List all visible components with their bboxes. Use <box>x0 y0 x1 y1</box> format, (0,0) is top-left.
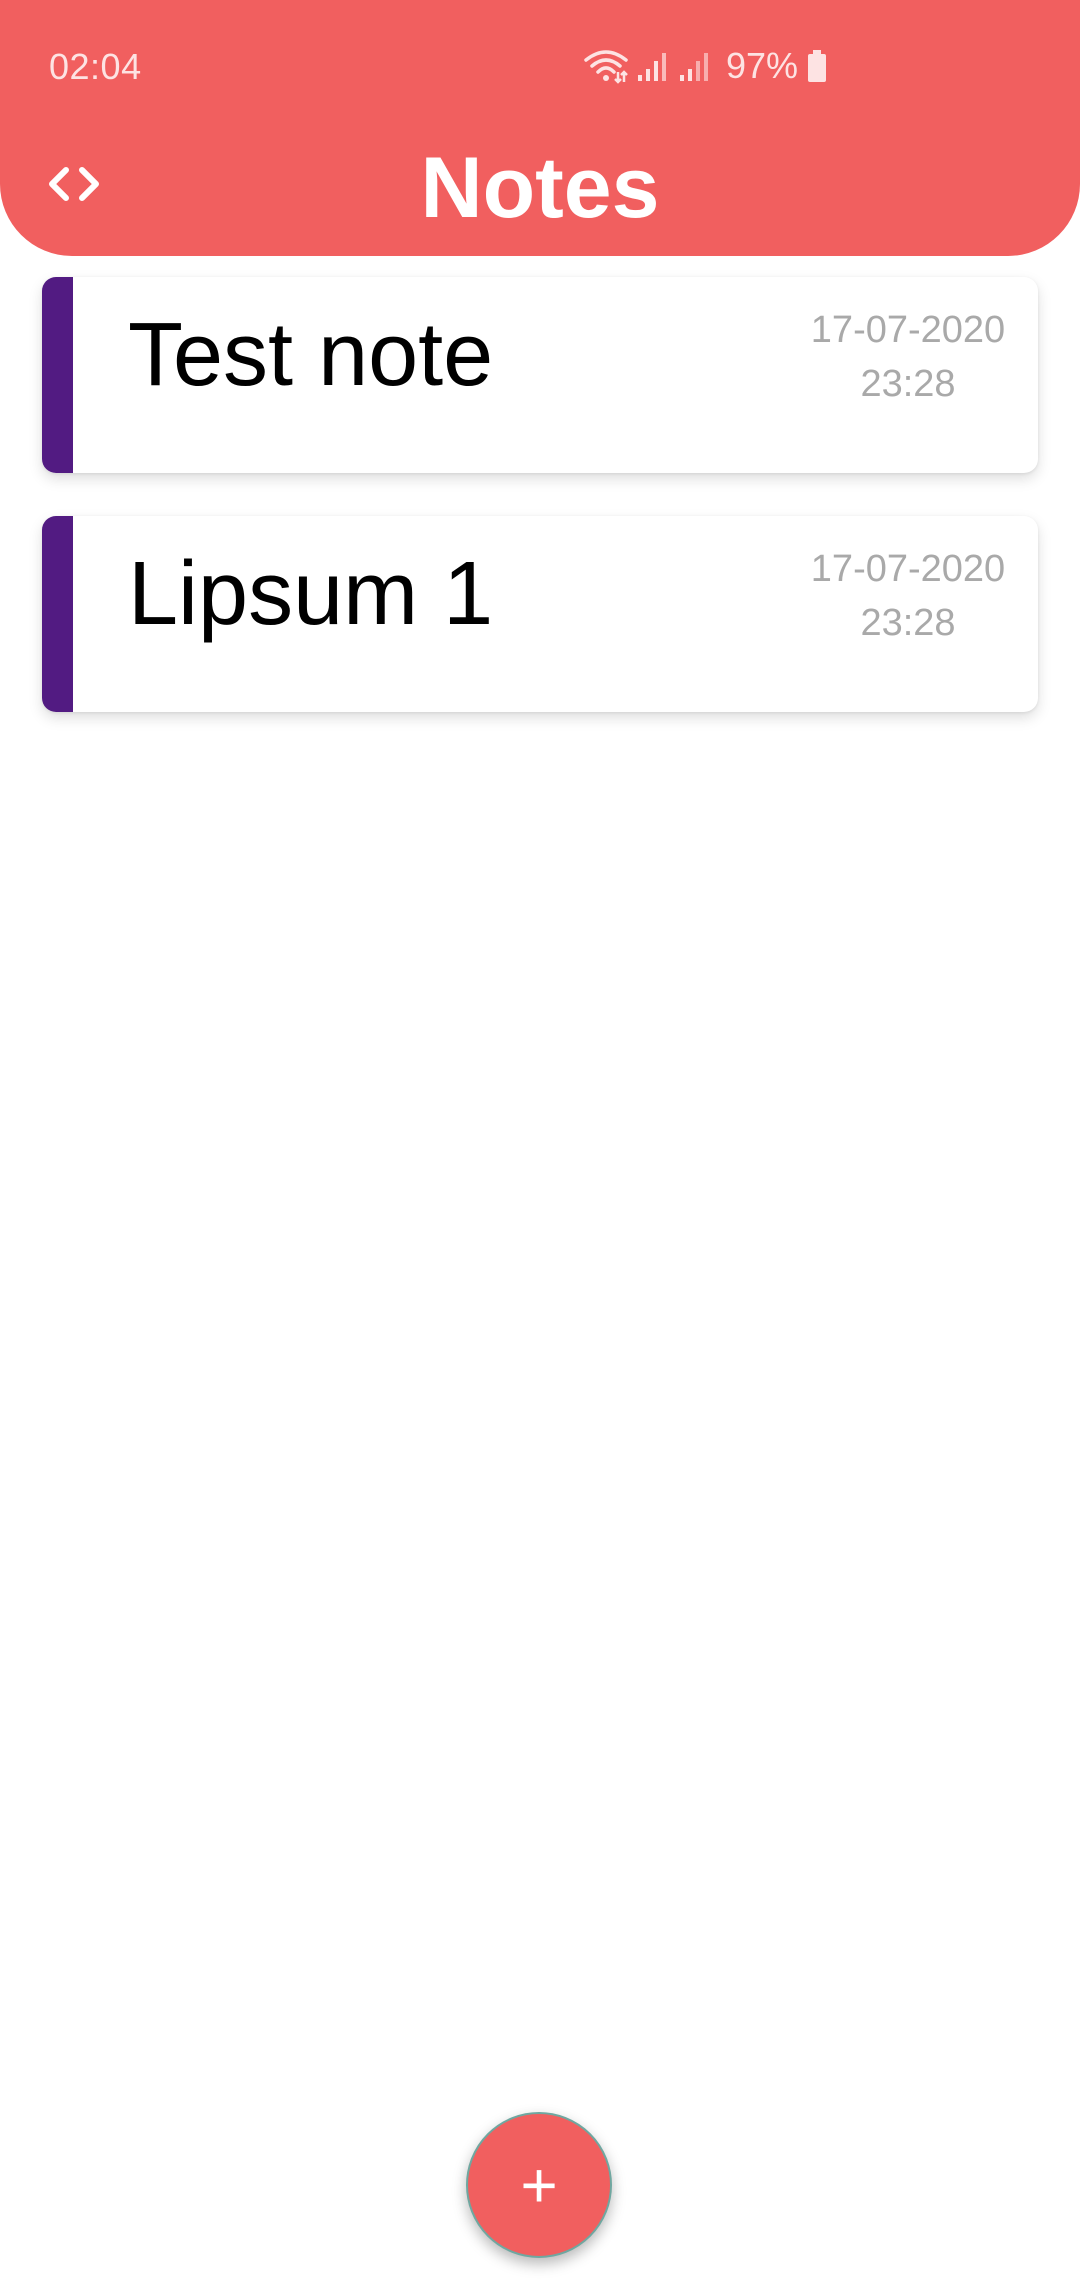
note-title: Lipsum 1 <box>128 544 494 644</box>
note-time: 23:28 <box>860 602 956 644</box>
battery-icon <box>806 48 828 84</box>
plus-icon: + <box>520 2149 558 2221</box>
app-header: 02:04 97% Notes <box>0 0 1080 256</box>
add-note-button[interactable]: + <box>466 2112 612 2258</box>
notes-list: Test note 17-07-2020 23:28 Lipsum 1 17-0… <box>42 277 1038 755</box>
note-color-stripe <box>42 277 73 473</box>
status-time: 02:04 <box>49 46 142 87</box>
signal-icon <box>678 49 712 83</box>
note-timestamp: 17-07-2020 23:28 <box>798 303 1018 411</box>
status-bar: 02:04 97% <box>0 0 1080 130</box>
note-card[interactable]: Test note 17-07-2020 23:28 <box>42 277 1038 473</box>
note-title: Test note <box>128 305 494 405</box>
note-timestamp: 17-07-2020 23:28 <box>798 542 1018 650</box>
note-date: 17-07-2020 <box>810 309 1006 351</box>
wifi-icon <box>584 48 628 84</box>
note-date: 17-07-2020 <box>810 548 1006 590</box>
status-icons: 97% <box>584 44 828 88</box>
note-time: 23:28 <box>860 363 956 405</box>
battery-percent: 97% <box>726 45 799 86</box>
signal-icon <box>636 49 670 83</box>
note-card[interactable]: Lipsum 1 17-07-2020 23:28 <box>42 516 1038 712</box>
page-title: Notes <box>420 140 660 236</box>
note-color-stripe <box>42 516 73 712</box>
